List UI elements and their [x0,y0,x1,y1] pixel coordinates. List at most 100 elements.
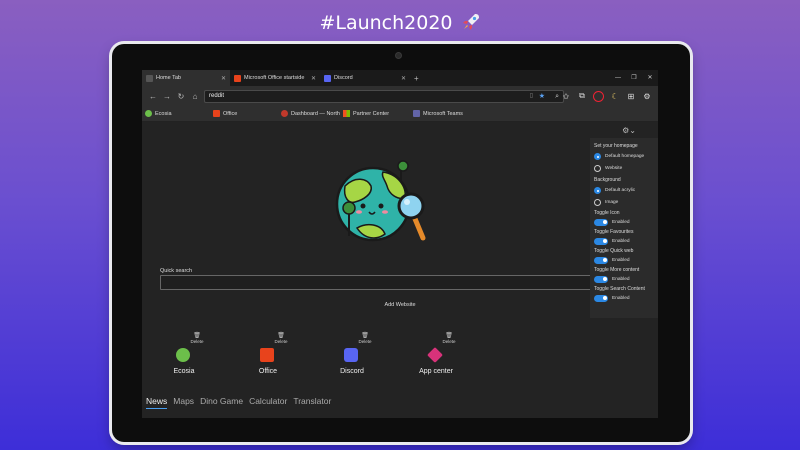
toggle-quick-web-switch[interactable]: Enabled [594,256,654,264]
fav-dashboard[interactable]: Dashboard — North [281,110,341,117]
tab-label: Microsoft Office startside [244,75,305,81]
trash-icon: 🗑 [361,333,369,339]
tab-home[interactable]: Home Tab ✕ [142,70,230,86]
tab-news[interactable]: News [146,396,168,409]
tab-office[interactable]: Microsoft Office startside ✕ [230,70,320,86]
trash-icon: 🗑 [193,333,201,339]
ecosia-icon [176,348,190,362]
delete-button[interactable]: 🗑 Delete [189,332,205,344]
toggle-icon-label: Toggle Icon [594,210,620,216]
page-settings-icon[interactable]: ⚙⌄ [622,126,636,135]
settings-icon[interactable]: ⚙ [642,92,652,101]
tab-label: Home Tab [156,75,181,81]
moon-icon[interactable]: ☾ [610,92,620,101]
extensions-icon[interactable]: ⊞ [626,92,636,101]
collections-icon[interactable]: ⧉ [577,91,587,101]
content-tabs: News Maps Dino Game Calculator Translato… [146,396,331,409]
fav-teams[interactable]: Microsoft Teams [413,110,463,117]
tile-name: Discord [340,368,364,375]
fav-ecosia[interactable]: Ecosia [145,110,203,117]
toggle-search-content-label: Toggle Search Content [594,286,645,292]
minimize-icon[interactable]: — [610,70,626,86]
quick-search-input[interactable] [160,275,600,290]
refresh-icon[interactable]: ↻ [174,92,188,101]
reading-view-icon[interactable]: ▯ [530,91,533,102]
headline-text: #Launch2020 [319,12,453,34]
fav-partner-center[interactable]: Partner Center [343,110,403,117]
microsoft-icon [343,110,350,117]
radio-website[interactable]: Website [594,164,654,173]
new-tab-icon[interactable]: + [414,74,419,83]
radio-selected [594,153,601,160]
ecosia-icon [145,110,152,117]
close-window-icon[interactable]: ✕ [642,70,658,86]
toggle-favourites-switch[interactable]: Enabled [594,237,654,245]
fav-label: Ecosia [155,110,172,117]
earth-mascot-icon [335,160,426,242]
radio-unselected [594,199,601,206]
quick-search-label: Quick search [160,268,193,274]
close-icon[interactable]: ✕ [311,75,316,82]
delete-button[interactable]: 🗑 Delete [441,332,457,344]
app-center-icon [427,347,443,363]
dashboard-icon [281,110,288,117]
page-icon [146,74,153,82]
forward-icon[interactable]: → [160,92,174,101]
fav-label: Partner Center [353,110,390,117]
office-icon [213,110,220,117]
tab-strip: Home Tab ✕ Microsoft Office startside ✕ … [142,70,658,86]
delete-button[interactable]: 🗑 Delete [273,332,289,344]
toggle-more-content-label: Toggle More content [594,267,640,273]
radio-default-acrylic[interactable]: Default acrylic [594,186,654,195]
tile-name: Ecosia [173,368,195,375]
rocket-icon [462,14,479,30]
toggle-quick-web-label: Toggle Quick web [594,248,634,254]
tab-maps[interactable]: Maps [173,396,194,409]
back-icon[interactable]: ← [146,92,160,101]
star-icon[interactable]: ★ [539,91,545,102]
radio-default-homepage[interactable]: Default homepage [594,152,654,161]
tile-name: App center [419,368,453,375]
tile-app-center[interactable]: 🗑 Delete App center [406,332,466,382]
fav-label: Dashboard — North [291,110,340,117]
toggle-search-content-switch[interactable]: Enabled [594,294,654,302]
homepage-heading: Set your homepage [594,143,638,149]
launch-headline: #Launch2020 [0,12,800,34]
tab-translator[interactable]: Translator [293,396,331,409]
address-bar[interactable]: reddit ▯ ★ ⌕ [204,89,564,103]
toggle-more-content-switch[interactable]: Enabled [594,275,654,283]
tile-office[interactable]: 🗑 Delete Office [238,332,298,382]
fav-label: Microsoft Teams [423,110,463,117]
teams-icon [413,110,420,117]
delete-button[interactable]: 🗑 Delete [357,332,373,344]
favorites-bar: Ecosia Office Dashboard — North Partner … [142,106,658,122]
fav-office[interactable]: Office [213,110,271,117]
search-icon[interactable]: ⌕ [555,91,559,102]
radio-selected [594,187,601,194]
discord-icon [344,348,358,362]
home-icon[interactable]: ⌂ [188,92,202,101]
office-icon [234,74,241,82]
tab-label: Discord [334,75,353,81]
tile-ecosia[interactable]: 🗑 Delete Ecosia [154,332,214,382]
blocked-extension-icon[interactable] [593,90,604,102]
settings-panel: Set your homepage Default homepage Websi… [590,138,658,318]
radio-unselected [594,165,601,172]
add-website-button[interactable]: Add Website [142,302,658,308]
office-icon [260,348,274,362]
start-page: ⚙⌄ Quick search Add Website 🗑 Delete Eco… [142,122,658,418]
toggle-favourites-label: Toggle Favourites [594,229,634,235]
discord-icon [324,74,331,82]
tile-discord[interactable]: 🗑 Delete Discord [322,332,382,382]
close-icon[interactable]: ✕ [401,75,406,82]
tab-discord[interactable]: Discord ✕ [320,70,410,86]
radio-image[interactable]: Image [594,198,654,207]
tab-calculator[interactable]: Calculator [249,396,287,409]
tab-dino-game[interactable]: Dino Game [200,396,243,409]
trash-icon: 🗑 [277,333,285,339]
maximize-icon[interactable]: ❐ [626,70,642,86]
close-icon[interactable]: ✕ [221,75,226,82]
toggle-icon-switch[interactable]: Enabled [594,218,654,226]
browser-window: Home Tab ✕ Microsoft Office startside ✕ … [142,70,658,418]
favorites-star-icon[interactable]: ✩ [561,92,571,101]
